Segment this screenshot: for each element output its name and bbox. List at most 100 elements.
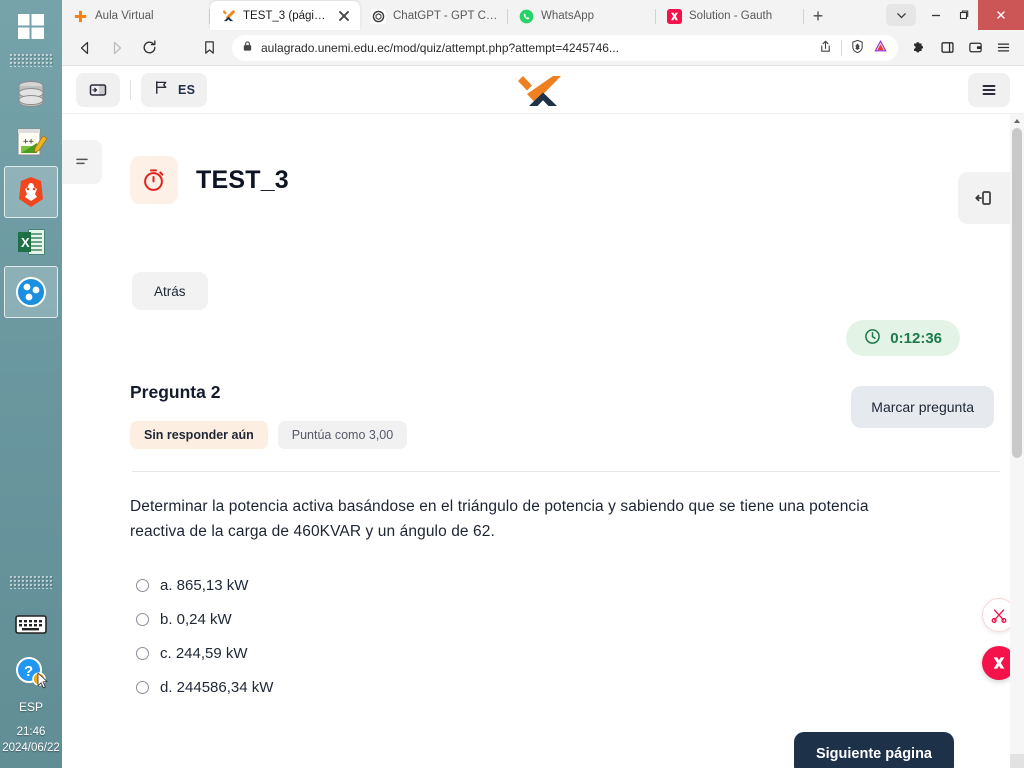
window-controls[interactable]: [886, 0, 1024, 30]
minimize-button[interactable]: [922, 0, 950, 30]
option-b[interactable]: b. 0,24 kW: [130, 602, 1024, 636]
wallet-icon[interactable]: [962, 35, 988, 61]
question-text: Determinar la potencia activa basándose …: [130, 498, 869, 541]
taskbar-grip-bottom[interactable]: [9, 575, 53, 589]
reload-icon[interactable]: [134, 34, 164, 62]
brave-rewards-icon[interactable]: [873, 39, 888, 57]
windows-taskbar[interactable]: ++ X ? ESP 21:46 2024/06/22: [0, 0, 62, 768]
question-divider: [132, 471, 1000, 472]
bookmark-icon[interactable]: [194, 34, 224, 62]
unemi-logo[interactable]: [517, 72, 569, 115]
maximize-button[interactable]: [950, 0, 978, 30]
mouse-cursor: [37, 672, 49, 694]
clock-icon: [864, 328, 881, 349]
back-arrow-icon[interactable]: [70, 34, 100, 62]
page-scrollbar[interactable]: [1010, 114, 1024, 768]
brave-shield-icon[interactable]: [850, 39, 865, 57]
moodle-page: ES TEST_3 Atrás 0:12:36 Pregunta 2 Sin r…: [62, 66, 1024, 768]
mark-question-button[interactable]: Marcar pregunta: [851, 386, 994, 428]
new-tab-button[interactable]: +: [804, 2, 832, 30]
language-selector[interactable]: ES: [141, 72, 208, 107]
language-code: ES: [178, 82, 196, 97]
question-header-left: Pregunta 2 Sin responder aún Puntúa como…: [130, 382, 851, 449]
browser-navigation-bar[interactable]: aulagrado.unemi.edu.ec/mod/quiz/attempt.…: [62, 30, 1024, 66]
sidebar-panel-icon[interactable]: [934, 35, 960, 61]
question-header: Pregunta 2 Sin responder aún Puntúa como…: [130, 382, 1024, 449]
hamburger-menu-icon[interactable]: [990, 35, 1016, 61]
whatsapp-icon: [519, 9, 534, 24]
chevron-down-icon[interactable]: [886, 4, 916, 26]
tab-title: WhatsApp: [541, 10, 595, 22]
timer-row: 0:12:36: [130, 320, 1024, 368]
close-window-button[interactable]: [978, 0, 1024, 30]
taskbar-language[interactable]: ESP: [19, 700, 43, 714]
svg-text:++: ++: [23, 137, 34, 147]
radio-button[interactable]: [136, 578, 149, 592]
collapse-panel-icon[interactable]: [958, 172, 1010, 224]
tab-title: Aula Virtual: [95, 10, 154, 22]
close-icon[interactable]: [337, 9, 351, 23]
header-divider: [130, 79, 131, 100]
tab-title: ChatGPT - GPT Chat: [393, 10, 499, 22]
option-c[interactable]: c. 244,59 kW: [130, 636, 1024, 670]
database-icon[interactable]: [4, 70, 58, 118]
option-d[interactable]: d. 244586,34 kW: [130, 670, 1024, 704]
timer-value: 0:12:36: [890, 329, 942, 347]
status-badge: Sin responder aún: [130, 421, 268, 449]
quiz-timer: 0:12:36: [846, 320, 960, 356]
quiz-title-row: TEST_3: [130, 156, 1024, 204]
address-bar-text[interactable]: aulagrado.unemi.edu.ec/mod/quiz/attempt.…: [261, 41, 810, 55]
option-label: d. 244586,34 kW: [160, 678, 274, 696]
excel-icon[interactable]: X: [4, 218, 58, 266]
chatgpt-icon: [371, 8, 386, 24]
drawer-toggle-icon[interactable]: [62, 140, 102, 184]
browser-tab-whatsapp[interactable]: WhatsApp: [508, 2, 656, 30]
on-screen-keyboard-icon[interactable]: [4, 600, 58, 648]
scrollbar-thumb[interactable]: [1012, 128, 1022, 458]
answer-options[interactable]: a. 865,13 kW b. 0,24 kW c. 244,59 kW d. …: [130, 568, 1024, 704]
stopwatch-icon: [130, 156, 178, 204]
back-button[interactable]: Atrás: [132, 272, 208, 310]
browser-tab-chatgpt[interactable]: ChatGPT - GPT Chat: [360, 2, 508, 30]
browser-tab-gauth[interactable]: Solution - Gauth: [656, 2, 804, 30]
lock-icon: [242, 40, 253, 55]
quiz-body: TEST_3 Atrás 0:12:36 Pregunta 2 Sin resp…: [62, 114, 1024, 768]
radio-button[interactable]: [136, 612, 149, 626]
radio-button[interactable]: [136, 646, 149, 660]
option-label: c. 244,59 kW: [160, 644, 248, 662]
brave-browser-icon[interactable]: [4, 166, 58, 218]
radio-button[interactable]: [136, 680, 149, 694]
grade-badge: Puntúa como 3,00: [277, 421, 408, 449]
extensions-puzzle-icon[interactable]: [906, 35, 932, 61]
next-page-button[interactable]: Siguiente página: [793, 732, 954, 768]
sidebar-toggle-icon[interactable]: [76, 72, 120, 107]
svg-text:X: X: [21, 235, 30, 250]
browser-tab-strip[interactable]: Aula Virtual TEST_3 (página 2 ChatGPT - …: [62, 0, 1024, 30]
address-bar[interactable]: aulagrado.unemi.edu.ec/mod/quiz/attempt.…: [232, 34, 898, 61]
page-title: TEST_3: [196, 165, 289, 194]
moodle-menu-button[interactable]: [968, 72, 1010, 107]
taskbar-date: 2024/06/22: [2, 742, 60, 754]
forward-arrow-icon: [102, 34, 132, 62]
taskbar-time: 21:46: [16, 726, 46, 738]
notepadpp-icon[interactable]: ++: [4, 118, 58, 166]
scroll-down-arrow[interactable]: [1010, 754, 1024, 768]
option-label: b. 0,24 kW: [160, 610, 232, 628]
blue-app-icon[interactable]: [4, 266, 58, 318]
flag-icon: [153, 79, 170, 101]
question-badges: Sin responder aún Puntúa como 3,00: [130, 421, 851, 449]
quiz-footer: Siguiente página: [130, 726, 1024, 768]
question-number: Pregunta 2: [130, 382, 221, 402]
tab-title-text: TEST_3 (página: [243, 9, 330, 22]
scroll-up-arrow[interactable]: [1010, 114, 1024, 128]
browser-tab-test3[interactable]: TEST_3 (página 2: [210, 1, 360, 30]
option-a[interactable]: a. 865,13 kW: [130, 568, 1024, 602]
windows-start-icon[interactable]: [4, 2, 58, 50]
tab-title: TEST_3 (página 2: [243, 10, 330, 22]
browser-tab-aula-virtual[interactable]: Aula Virtual: [62, 2, 210, 30]
share-icon[interactable]: [818, 39, 833, 57]
taskbar-grip[interactable]: [9, 53, 53, 67]
svg-text:?: ?: [24, 663, 33, 680]
moodle-plus-icon: [73, 9, 88, 24]
help-icon[interactable]: ?: [4, 648, 58, 696]
